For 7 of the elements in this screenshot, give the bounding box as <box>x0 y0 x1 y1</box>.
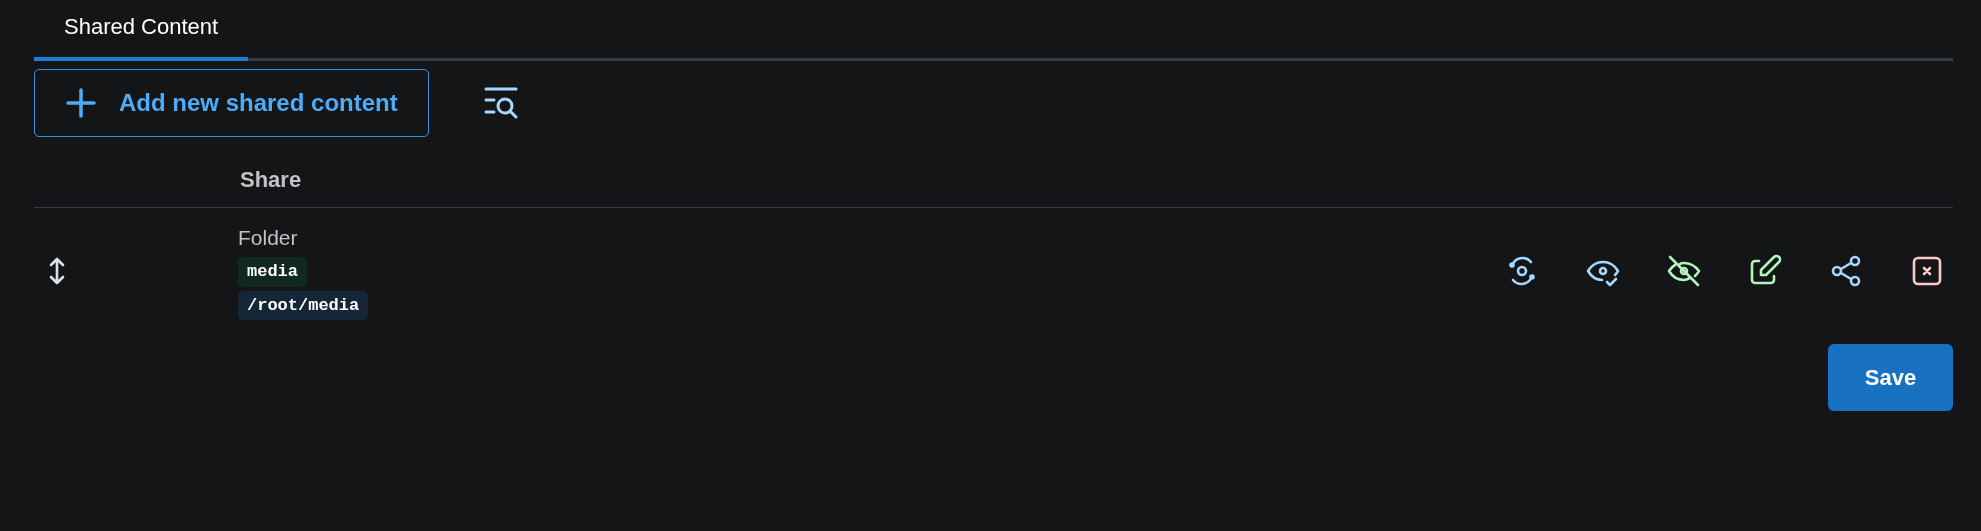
add-button[interactable]: Add new shared content <box>34 69 429 137</box>
share-path: /root/media <box>238 290 369 321</box>
column-header: Share <box>240 166 302 194</box>
share-name: media <box>238 257 307 287</box>
save-button[interactable]: Save <box>1828 344 1953 411</box>
share-type: Folder <box>238 224 298 251</box>
tab[interactable]: Shared Content <box>34 0 249 61</box>
